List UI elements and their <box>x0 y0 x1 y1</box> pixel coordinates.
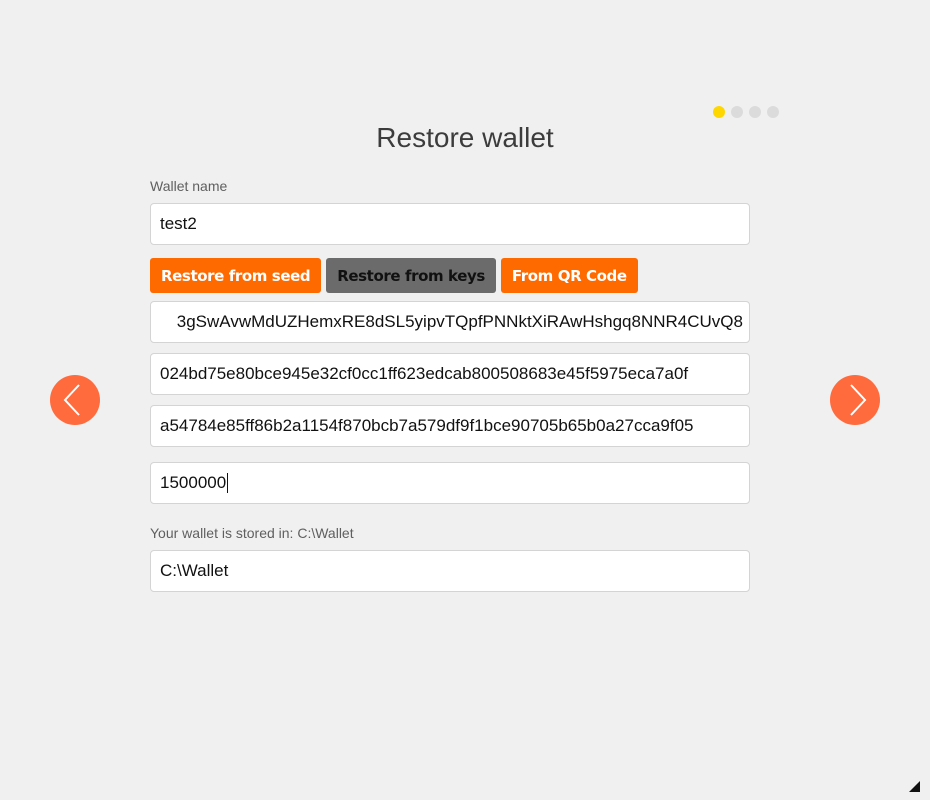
storage-path-input[interactable]: C:\Wallet <box>150 550 750 592</box>
view-key-value: 024bd75e80bce945e32cf0cc1ff623edcab80050… <box>160 364 689 383</box>
address-value: 3gSwAvwMdUZHemxRE8dSL5yipvTQpfPNNktXiRAw… <box>176 312 743 331</box>
text-caret <box>227 473 229 493</box>
restore-mode-buttons: Restore from seed Restore from keys From… <box>150 258 638 293</box>
storage-location-label: Your wallet is stored in: C:\Wallet <box>150 525 354 541</box>
wallet-name-value: test2 <box>160 214 197 233</box>
step-dot-4[interactable] <box>767 106 779 118</box>
page-title: Restore wallet <box>376 122 554 153</box>
spend-key-value: a54784e85ff86b2a1154f870bcb7a579df9f1bce… <box>160 416 694 435</box>
storage-path-value: C:\Wallet <box>160 561 229 580</box>
restore-wallet-page: Restore wallet Wallet name test2 Restore… <box>0 0 930 800</box>
step-indicator <box>713 106 779 118</box>
restore-height-input[interactable]: 1500000 <box>150 462 750 504</box>
step-dot-2[interactable] <box>731 106 743 118</box>
next-page-button[interactable] <box>830 375 880 425</box>
address-input[interactable]: 3gSwAvwMdUZHemxRE8dSL5yipvTQpfPNNktXiRAw… <box>150 301 750 343</box>
previous-page-button[interactable] <box>50 375 100 425</box>
chevron-right-icon <box>850 384 867 416</box>
step-dot-1[interactable] <box>713 106 725 118</box>
resize-grip-icon[interactable] <box>909 781 920 792</box>
chevron-left-icon <box>63 384 80 416</box>
from-qr-code-button[interactable]: From QR Code <box>500 258 638 293</box>
step-dot-3[interactable] <box>749 106 761 118</box>
spend-key-input[interactable]: a54784e85ff86b2a1154f870bcb7a579df9f1bce… <box>150 405 750 447</box>
wallet-name-label: Wallet name <box>150 178 228 194</box>
view-key-input[interactable]: 024bd75e80bce945e32cf0cc1ff623edcab80050… <box>150 353 750 395</box>
restore-from-seed-button[interactable]: Restore from seed <box>150 258 322 293</box>
restore-height-value: 1500000 <box>160 473 227 492</box>
wallet-name-input[interactable]: test2 <box>150 203 750 245</box>
restore-from-keys-button[interactable]: Restore from keys <box>326 258 496 293</box>
